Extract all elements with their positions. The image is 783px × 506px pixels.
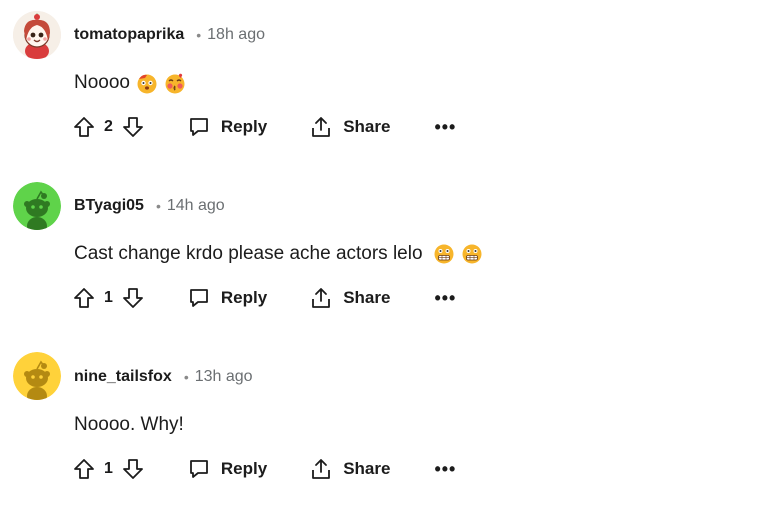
avatar[interactable]	[13, 182, 61, 230]
comment-meta: BTyagi05 • 14h ago	[74, 195, 225, 217]
comment-text: Noooo. Why!	[74, 414, 184, 435]
meta-separator: •	[196, 27, 202, 43]
share-button[interactable]: Share	[309, 115, 390, 139]
share-button[interactable]: Share	[309, 457, 390, 481]
share-label: Share	[343, 288, 391, 307]
share-label: Share	[343, 117, 391, 136]
downvote-button[interactable]	[121, 115, 145, 139]
comment-actions: 1 Reply Share •••	[72, 453, 456, 485]
timestamp[interactable]: 18h ago	[207, 26, 265, 44]
reply-label: Reply	[220, 288, 268, 307]
comment-body: Cast change krdo please ache actors lelo	[74, 243, 483, 265]
upvote-arrow-icon	[74, 288, 94, 308]
downvote-arrow-icon	[123, 288, 143, 308]
comment: nine_tailsfox • 13h ago Noooo. Why! 1 Re…	[0, 342, 783, 506]
upvote-arrow-icon	[74, 117, 94, 137]
comment-meta: tomatopaprika • 18h ago	[74, 24, 265, 46]
author-name[interactable]: nine_tailsfox	[74, 368, 172, 386]
comment-actions: 2 Reply Share •••	[72, 111, 456, 143]
speech-bubble-icon	[190, 289, 208, 307]
upvote-arrow-icon	[74, 459, 94, 479]
snoo-avatar-tomato-girl-icon	[13, 11, 61, 59]
reply-button[interactable]: Reply	[187, 115, 267, 139]
share-icon	[312, 117, 331, 137]
more-options-button[interactable]: •••	[434, 118, 456, 136]
downvote-button[interactable]	[121, 457, 145, 481]
meta-separator: •	[183, 369, 189, 385]
speech-bubble-icon	[190, 460, 208, 478]
timestamp[interactable]: 13h ago	[195, 368, 253, 386]
downvote-arrow-icon	[123, 117, 143, 137]
avatar[interactable]	[13, 11, 61, 59]
comment-body: Noooo	[74, 72, 186, 94]
speech-bubble-icon	[190, 118, 208, 136]
reply-button[interactable]: Reply	[187, 286, 267, 310]
comment: tomatopaprika • 18h ago Noooo 2 Reply Sh…	[0, 0, 783, 171]
upvote-button[interactable]	[72, 115, 96, 139]
share-icon	[312, 288, 331, 308]
comment-text: Noooo	[74, 72, 130, 93]
upvote-button[interactable]	[72, 286, 96, 310]
more-options-button[interactable]: •••	[434, 460, 456, 478]
comment-meta: nine_tailsfox • 13h ago	[74, 366, 253, 388]
comment-actions: 1 Reply Share •••	[72, 282, 456, 314]
vote-score: 2	[104, 118, 113, 135]
author-name[interactable]: BTyagi05	[74, 197, 144, 215]
share-button[interactable]: Share	[309, 286, 390, 310]
vote-score: 1	[104, 289, 113, 306]
author-name[interactable]: tomatopaprika	[74, 26, 184, 44]
snoo-avatar-green-icon	[13, 182, 61, 230]
snoo-avatar-yellow-icon	[13, 352, 61, 400]
downvote-arrow-icon	[123, 459, 143, 479]
timestamp[interactable]: 14h ago	[167, 197, 225, 215]
comment-text: Cast change krdo please ache actors lelo	[74, 243, 423, 264]
downvote-button[interactable]	[121, 286, 145, 310]
share-icon	[312, 459, 331, 479]
grimacing-face-emoji-icon	[462, 244, 482, 264]
reply-button[interactable]: Reply	[187, 457, 267, 481]
vote-score: 1	[104, 460, 113, 477]
blushing-kiss-face-emoji-icon	[165, 73, 185, 94]
reply-label: Reply	[220, 117, 268, 136]
meta-separator: •	[155, 198, 161, 214]
grimacing-face-emoji-icon	[434, 244, 454, 264]
more-options-button[interactable]: •••	[434, 289, 456, 307]
avatar[interactable]	[13, 352, 61, 400]
comment-body: Noooo. Why!	[74, 414, 184, 436]
upvote-button[interactable]	[72, 457, 96, 481]
comment: BTyagi05 • 14h ago Cast change krdo plea…	[0, 171, 783, 342]
reply-label: Reply	[220, 459, 268, 478]
shocked-face-emoji-icon	[137, 74, 157, 94]
share-label: Share	[343, 459, 391, 478]
